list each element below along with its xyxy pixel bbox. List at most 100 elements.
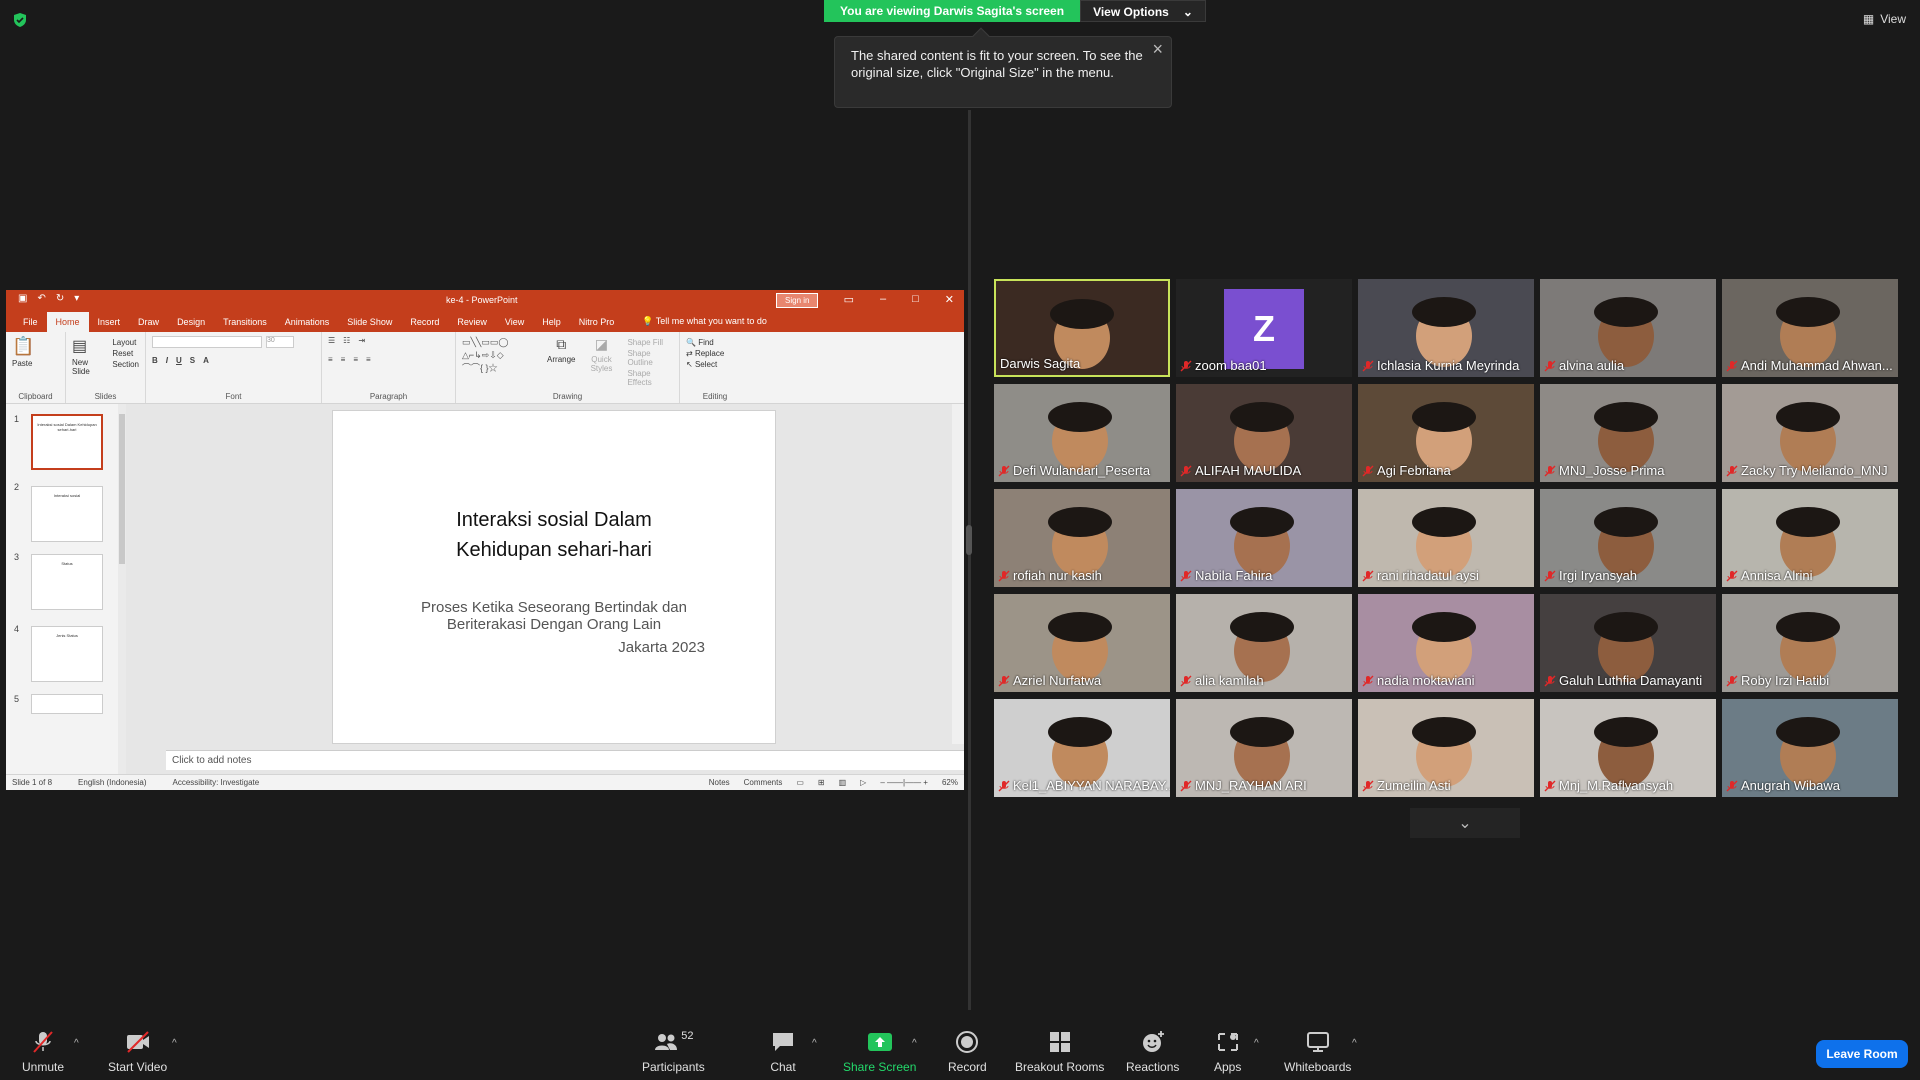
font-name-field[interactable]	[152, 336, 262, 348]
participant-tile[interactable]: Galuh Luthfia Damayanti	[1540, 594, 1716, 692]
slide-thumbnail[interactable]	[31, 694, 103, 714]
reading-view-icon[interactable]: ▥	[839, 778, 847, 787]
close-icon[interactable]: ×	[1152, 40, 1163, 58]
paste-button[interactable]: Paste	[12, 359, 59, 368]
font-color-icon[interactable]: A	[203, 356, 209, 365]
tab-draw[interactable]: Draw	[129, 317, 168, 332]
apps-options-caret[interactable]: ^	[1254, 1038, 1259, 1049]
indent-icon[interactable]: ⇥	[358, 336, 365, 345]
tab-design[interactable]: Design	[168, 317, 214, 332]
tab-help[interactable]: Help	[533, 317, 570, 332]
slide-thumbnail[interactable]: Interaksi sosial Dalam Kehidupan sehari-…	[31, 414, 103, 470]
scrollbar-thumb[interactable]	[119, 414, 125, 564]
layout-button[interactable]: Layout	[112, 338, 139, 347]
maximize-icon[interactable]: □	[912, 293, 919, 306]
participant-tile[interactable]: Anugrah Wibawa	[1722, 699, 1898, 797]
bullets-icon[interactable]: ☰	[328, 336, 335, 345]
slide-thumbnail[interactable]: Interaksi sosial	[31, 486, 103, 542]
audio-options-caret[interactable]: ^	[74, 1038, 79, 1049]
next-page-button[interactable]: ⌄	[1410, 808, 1520, 838]
align-left-icon[interactable]: ≡	[328, 355, 333, 364]
quick-styles-icon[interactable]: ◪	[582, 336, 622, 353]
participant-tile[interactable]: Annisa Alrini	[1722, 489, 1898, 587]
participant-tile[interactable]: Irgi Iryansyah	[1540, 489, 1716, 587]
breakout-rooms-button[interactable]: Breakout Rooms	[1015, 1030, 1104, 1074]
participant-tile[interactable]: ALIFAH MAULIDA	[1176, 384, 1352, 482]
tab-file[interactable]: File	[14, 317, 47, 332]
save-icon[interactable]: ▣	[18, 293, 27, 304]
notes-pane[interactable]: Click to add notes	[166, 750, 964, 770]
participant-tile[interactable]: Agi Febriana	[1358, 384, 1534, 482]
paste-icon[interactable]: 📋	[12, 336, 59, 357]
tab-home[interactable]: Home	[46, 312, 89, 332]
slide-title[interactable]: Interaksi sosial Dalam Kehidupan sehari-…	[333, 505, 775, 565]
slide-date[interactable]: Jakarta 2023	[618, 639, 705, 656]
tab-review[interactable]: Review	[448, 317, 496, 332]
justify-icon[interactable]: ≡	[366, 355, 371, 364]
bold-icon[interactable]: B	[152, 356, 158, 365]
participant-tile[interactable]: Zumeilin Asti	[1358, 699, 1534, 797]
leave-room-button[interactable]: Leave Room	[1816, 1040, 1908, 1068]
tab-slide-show[interactable]: Slide Show	[338, 317, 401, 332]
chat-options-caret[interactable]: ^	[812, 1038, 817, 1049]
tab-animations[interactable]: Animations	[276, 317, 339, 332]
view-options-button[interactable]: View Options ⌄	[1080, 0, 1206, 22]
redo-icon[interactable]: ↻	[56, 293, 64, 304]
align-center-icon[interactable]: ≡	[341, 355, 346, 364]
tab-record[interactable]: Record	[401, 317, 448, 332]
participant-tile[interactable]: Darwis Sagita	[994, 279, 1170, 377]
participant-tile[interactable]: Defi Wulandari_Peserta	[994, 384, 1170, 482]
record-button[interactable]: Record	[948, 1030, 987, 1074]
minimize-icon[interactable]: –	[880, 293, 886, 306]
underline-icon[interactable]: U	[176, 356, 182, 365]
quick-styles-button[interactable]: Quick Styles	[582, 355, 622, 373]
participant-tile[interactable]: Nabila Fahira	[1176, 489, 1352, 587]
new-slide-button[interactable]: New Slide	[72, 358, 104, 376]
shape-effects-button[interactable]: Shape Effects	[627, 369, 673, 387]
arrange-icon[interactable]: ⧉	[547, 336, 575, 353]
undo-icon[interactable]: ↶	[37, 293, 45, 304]
tab-view[interactable]: View	[496, 317, 533, 332]
unmute-button[interactable]: Unmute	[22, 1030, 64, 1074]
comments-button[interactable]: Comments	[744, 778, 783, 787]
language-indicator[interactable]: English (Indonesia)	[78, 778, 146, 787]
participant-tile[interactable]: Zacky Try Meilando_MNJ	[1722, 384, 1898, 482]
whiteboards-button[interactable]: Whiteboards	[1284, 1030, 1351, 1074]
participant-tile[interactable]: rani rihadatul aysi	[1358, 489, 1534, 587]
zoom-slider[interactable]: – ——|—— +	[880, 778, 928, 787]
participant-tile[interactable]: Roby Irzi Hatibi	[1722, 594, 1898, 692]
notes-button[interactable]: Notes	[709, 778, 730, 787]
slide-sorter-icon[interactable]: ⊞	[818, 778, 825, 787]
participant-tile[interactable]: rofiah nur kasih	[994, 489, 1170, 587]
new-slide-icon[interactable]: ▤	[72, 336, 104, 356]
whiteboard-options-caret[interactable]: ^	[1352, 1038, 1357, 1049]
participant-tile[interactable]: Mnj_M.Raflyansyah	[1540, 699, 1716, 797]
tell-me-search[interactable]: 💡 Tell me what you want to do	[633, 316, 776, 332]
numbering-icon[interactable]: ☷	[343, 336, 350, 345]
select-button[interactable]: ↖ Select	[686, 360, 744, 369]
participant-tile[interactable]: MNJ_RAYHAN ARI	[1176, 699, 1352, 797]
participant-tile[interactable]: alvina aulia	[1540, 279, 1716, 377]
security-shield-icon[interactable]	[12, 12, 28, 28]
participant-tile[interactable]: Ichlasia Kurnia Meyrinda	[1358, 279, 1534, 377]
participant-tile[interactable]: alia kamilah	[1176, 594, 1352, 692]
slide-scrollbar[interactable]	[952, 404, 964, 744]
thumbnail-scrollbar[interactable]	[118, 404, 126, 774]
view-button[interactable]: ▦ View	[1863, 12, 1906, 26]
slide-canvas[interactable]: Interaksi sosial Dalam Kehidupan sehari-…	[332, 410, 776, 744]
slideshow-icon[interactable]: ▷	[860, 778, 866, 787]
chat-button[interactable]: Chat	[770, 1030, 796, 1074]
participant-tile[interactable]: Azriel Nurfatwa	[994, 594, 1170, 692]
slide-thumbnail[interactable]: Status	[31, 554, 103, 610]
shape-outline-button[interactable]: Shape Outline	[627, 349, 673, 367]
sign-in-button[interactable]: Sign in	[776, 293, 819, 308]
arrange-button[interactable]: Arrange	[547, 355, 575, 364]
zoom-level[interactable]: 62%	[942, 778, 958, 787]
participant-tile[interactable]: Zzoom baa01	[1176, 279, 1352, 377]
replace-button[interactable]: ⇄ Replace	[686, 349, 744, 358]
participant-tile[interactable]: MNJ_Josse Prima	[1540, 384, 1716, 482]
section-button[interactable]: Section	[112, 360, 139, 369]
normal-view-icon[interactable]: ▭	[796, 778, 804, 787]
strikethrough-icon[interactable]: S	[190, 356, 195, 365]
participant-tile[interactable]: Andi Muhammad Ahwan...	[1722, 279, 1898, 377]
